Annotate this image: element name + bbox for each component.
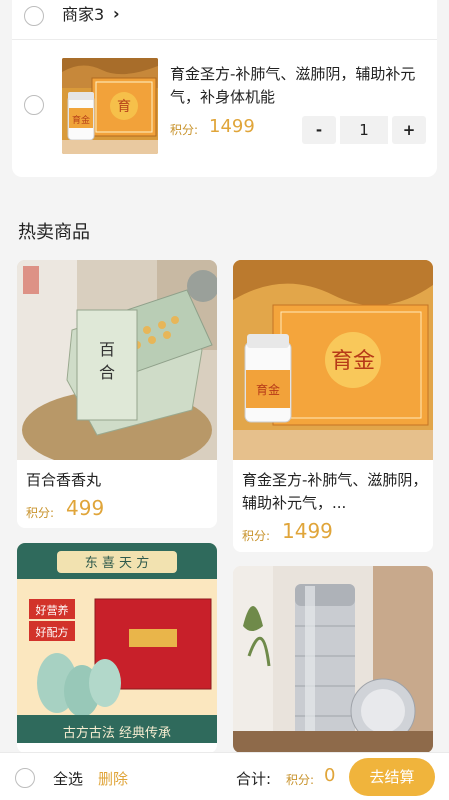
total-points-label: 积分:	[286, 773, 315, 787]
checkout-button[interactable]: 去结算	[349, 758, 435, 796]
product-card[interactable]: 东 喜 天 方 好营养 好配方 古方古法 经典传承	[17, 543, 217, 753]
product-points-label: 积分:	[26, 506, 55, 520]
item-title[interactable]: 育金圣方-补肺气、滋肺阴，辅助补元气，补身体机能	[170, 63, 420, 109]
tag-nutrition: 好营养	[36, 603, 69, 617]
select-all-label[interactable]: 全选	[53, 768, 83, 789]
item-points-label: 积分:	[170, 123, 199, 137]
decrease-button[interactable]: -	[302, 116, 336, 144]
item-points-value: 1499	[209, 116, 255, 137]
product-points-label: 积分:	[242, 529, 271, 543]
total-label: 合计:	[236, 770, 272, 788]
svg-text:育金: 育金	[256, 382, 280, 397]
product-card[interactable]: 育金 育金 育金圣方-补肺气、滋肺阴，辅助补元气，... 积分: 1499	[233, 260, 433, 552]
banner-top-text: 东 喜 天 方	[85, 555, 149, 571]
product-image	[233, 566, 433, 753]
product-card[interactable]	[233, 566, 433, 753]
product-points-value: 1499	[282, 519, 333, 543]
delete-button[interactable]: 删除	[98, 768, 128, 789]
chevron-right-icon: ›	[113, 4, 120, 23]
product-name: 育金圣方-补肺气、滋肺阴，辅助补元气，...	[242, 471, 428, 512]
product-image: 百 合	[17, 260, 217, 460]
product-image: 育金 育金	[233, 260, 433, 460]
svg-text:育金: 育金	[72, 114, 90, 126]
cart-store-card: 商家3 › 育 育金 育金圣方-补肺气、滋肺阴，辅助补元气，补身体机能 积分: …	[12, 0, 437, 177]
total-points-value: 0	[324, 765, 336, 786]
banner-bottom-text: 古方古法 经典传承	[63, 725, 171, 741]
increase-button[interactable]: +	[392, 116, 426, 144]
store-name-link[interactable]: 商家3	[62, 5, 104, 25]
svg-text:合: 合	[99, 363, 115, 382]
svg-text:育: 育	[117, 99, 131, 115]
product-image: 东 喜 天 方 好营养 好配方 古方古法 经典传承	[17, 543, 217, 743]
store-header: 商家3 ›	[12, 0, 437, 40]
item-thumbnail[interactable]: 育 育金	[62, 58, 158, 154]
product-points-value: 499	[66, 496, 105, 520]
product-card[interactable]: 百 合 百合香香丸 积分: 499	[17, 260, 217, 528]
item-select-radio[interactable]	[24, 95, 44, 115]
hot-products-heading: 热卖商品	[18, 222, 90, 243]
svg-text:育金: 育金	[331, 349, 375, 374]
tag-formula: 好配方	[36, 625, 69, 639]
quantity-input[interactable]: 1	[340, 116, 388, 144]
checkout-bar: 全选 删除 合计: 积分: 0 去结算	[0, 752, 449, 800]
select-all-radio[interactable]	[15, 768, 35, 788]
store-select-radio[interactable]	[24, 6, 44, 26]
product-name: 百合香香丸	[26, 471, 102, 489]
svg-text:百: 百	[99, 340, 115, 359]
